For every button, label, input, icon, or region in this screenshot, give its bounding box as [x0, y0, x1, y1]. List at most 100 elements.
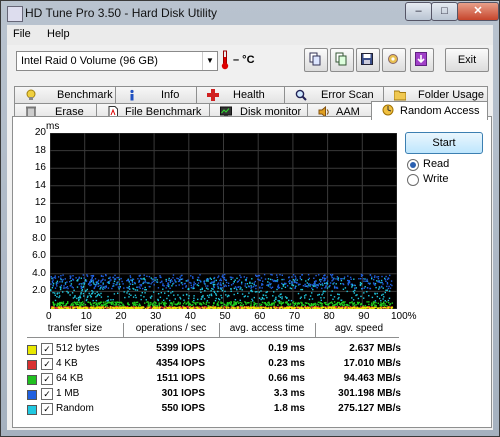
- tab-info[interactable]: Info: [115, 86, 198, 103]
- start-button[interactable]: Start: [405, 132, 483, 154]
- data-point: [84, 307, 87, 309]
- menu-file[interactable]: File: [13, 28, 31, 40]
- data-point: [288, 299, 290, 302]
- data-point: [57, 302, 59, 304]
- row-speed: 301.198 MB/s: [338, 388, 401, 399]
- tab-health[interactable]: Health: [196, 86, 286, 103]
- data-point: [352, 306, 354, 309]
- data-point: [237, 286, 239, 288]
- row-checkbox[interactable]: ✓: [41, 358, 53, 370]
- data-point: [369, 307, 372, 309]
- data-point: [299, 276, 301, 278]
- data-point: [139, 304, 141, 307]
- read-radio[interactable]: [407, 159, 419, 171]
- data-point: [309, 306, 311, 309]
- data-point: [167, 294, 170, 297]
- data-point: [97, 279, 100, 282]
- tab-error-scan[interactable]: Error Scan: [284, 86, 385, 103]
- row-checkbox[interactable]: ✓: [41, 373, 53, 385]
- data-point: [243, 296, 245, 298]
- data-point: [113, 304, 115, 306]
- data-point: [324, 282, 326, 285]
- data-point: [305, 294, 307, 296]
- data-point: [331, 307, 333, 309]
- data-point: [102, 307, 105, 309]
- drive-select[interactable]: Intel Raid 0 Volume (96 GB) ▼: [16, 51, 218, 71]
- data-point: [62, 306, 64, 308]
- data-point: [377, 276, 380, 278]
- data-point: [115, 303, 117, 306]
- data-point: [203, 280, 205, 283]
- data-point: [109, 276, 111, 278]
- data-point: [295, 281, 297, 284]
- row-checkbox[interactable]: ✓: [41, 403, 53, 415]
- data-point: [354, 287, 356, 289]
- data-point: [324, 290, 326, 293]
- options-button[interactable]: [382, 48, 406, 72]
- row-speed: 275.127 MB/s: [338, 403, 401, 414]
- data-point: [242, 304, 244, 306]
- data-point: [145, 289, 147, 291]
- data-point: [221, 290, 224, 292]
- data-point: [284, 307, 286, 309]
- y-tick-label: 14: [34, 179, 46, 191]
- write-radio[interactable]: [407, 174, 419, 186]
- data-point: [265, 294, 267, 297]
- tab-random-access[interactable]: Random Access: [371, 101, 488, 120]
- data-point: [292, 307, 294, 309]
- data-point: [154, 301, 156, 303]
- data-point: [96, 304, 99, 307]
- data-point: [178, 284, 180, 286]
- data-point: [353, 292, 355, 294]
- copy-info-button[interactable]: [304, 48, 328, 72]
- data-point: [321, 294, 323, 296]
- data-point: [191, 306, 193, 309]
- data-point: [207, 280, 209, 282]
- y-tick-label: 18: [34, 144, 46, 156]
- data-point: [183, 307, 185, 309]
- data-point: [202, 301, 204, 304]
- data-point: [120, 307, 122, 309]
- data-point: [109, 306, 112, 308]
- data-point: [291, 306, 293, 308]
- data-point: [306, 302, 308, 304]
- close-button[interactable]: ✕: [457, 2, 499, 21]
- data-point: [140, 298, 142, 301]
- tab-benchmark[interactable]: Benchmark: [14, 86, 117, 103]
- data-point: [174, 307, 176, 309]
- data-point: [282, 283, 284, 286]
- row-checkbox[interactable]: ✓: [41, 343, 53, 355]
- data-point: [66, 286, 69, 288]
- row-checkbox[interactable]: ✓: [41, 388, 53, 400]
- menu-help[interactable]: Help: [47, 28, 70, 40]
- tab-benchmark-label: Benchmark: [57, 89, 113, 101]
- data-point: [62, 308, 64, 309]
- maximize-button[interactable]: □: [431, 2, 458, 21]
- data-point: [77, 296, 80, 299]
- data-point: [149, 296, 152, 298]
- data-point: [165, 278, 167, 281]
- copy-text-button[interactable]: [330, 48, 354, 72]
- minimize-button[interactable]: –: [405, 2, 432, 21]
- save-button[interactable]: [356, 48, 380, 72]
- data-point: [193, 301, 195, 304]
- data-point: [97, 285, 99, 287]
- data-point: [213, 276, 216, 279]
- data-point: [342, 304, 344, 306]
- data-point: [327, 307, 330, 309]
- data-point: [349, 276, 352, 279]
- data-point: [286, 285, 289, 287]
- data-point: [289, 303, 292, 305]
- download-button[interactable]: [410, 48, 434, 72]
- data-point: [131, 281, 134, 283]
- data-point: [276, 280, 279, 283]
- data-point: [160, 276, 162, 279]
- exit-button[interactable]: Exit: [445, 48, 489, 72]
- data-point: [385, 275, 387, 278]
- data-point: [206, 301, 208, 304]
- y-tick-label: 2.0: [32, 285, 46, 297]
- data-point: [329, 282, 332, 284]
- data-point: [99, 284, 101, 287]
- data-point: [90, 284, 92, 286]
- data-point: [151, 307, 154, 309]
